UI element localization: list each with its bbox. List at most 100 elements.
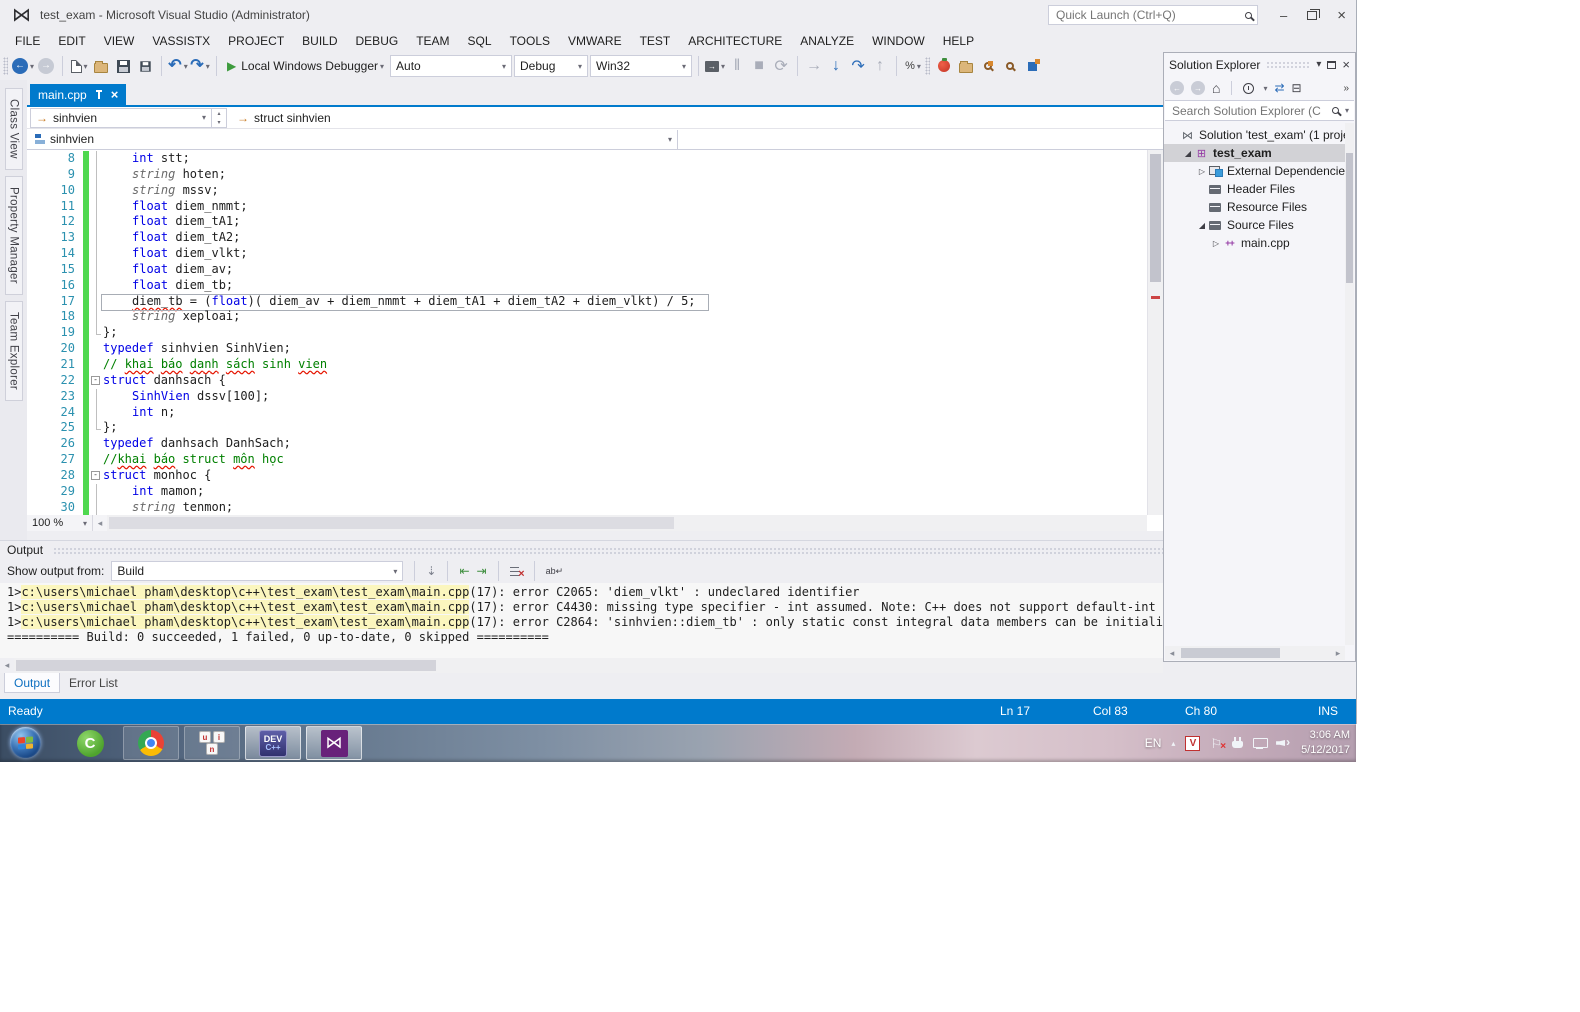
find-references-button[interactable] <box>1000 55 1020 77</box>
find-message-button[interactable]: ⇣ <box>426 565 436 577</box>
solution-explorer-header[interactable]: Solution Explorer ▾ × <box>1164 53 1355 76</box>
pending-changes-icon[interactable] <box>1243 82 1255 94</box>
show-hidden-icons-button[interactable]: ▴ <box>1171 739 1175 748</box>
menu-sql[interactable]: SQL <box>459 31 501 51</box>
chevron-down-icon[interactable]: ▾ <box>1263 84 1267 93</box>
code-line-12[interactable]: 12 float diem_tA1; <box>27 214 1147 231</box>
minimize-button[interactable]: – <box>1280 9 1287 22</box>
step-out-button[interactable]: ↑ <box>870 55 890 77</box>
tab-output[interactable]: Output <box>4 673 61 693</box>
back-button[interactable]: ← <box>1170 81 1184 95</box>
code-line-20[interactable]: 20 typedef sinhvien SinhVien; <box>27 341 1147 357</box>
code-line-14[interactable]: 14 float diem_vlkt; <box>27 246 1147 262</box>
code-line-18[interactable]: 18 string xeploai; <box>27 309 1147 326</box>
sync-with-active-icon[interactable]: ⇄ <box>1274 82 1284 94</box>
scrollbar-thumb[interactable] <box>1181 648 1280 658</box>
va-nav-button[interactable] <box>1022 55 1042 77</box>
menu-project[interactable]: PROJECT <box>219 31 293 51</box>
chevron-down-icon[interactable]: ▾ <box>380 62 384 71</box>
side-tab-property-manager[interactable]: Property Manager <box>4 175 23 295</box>
menu-edit[interactable]: EDIT <box>49 31 94 51</box>
solution-search-box[interactable]: ▾ <box>1165 100 1354 121</box>
editor-vertical-scrollbar[interactable] <box>1147 150 1163 515</box>
close-button[interactable]: × <box>1337 8 1346 23</box>
output-line-1[interactable]: 1>c:\users\michael pham\desktop\c++\test… <box>7 585 1163 600</box>
code-line-16[interactable]: 16 float diem_tb; <box>27 277 1147 294</box>
panel-menu-button[interactable]: ▾ <box>1316 59 1321 70</box>
expander-icon[interactable]: ▷ <box>1196 167 1208 176</box>
forward-button[interactable]: → <box>1191 81 1205 95</box>
chevron-down-icon[interactable]: ▾ <box>206 62 210 71</box>
code-line-22[interactable]: 22 - struct danhsach { <box>27 372 1147 389</box>
output-line-2[interactable]: 1>c:\users\michael pham\desktop\c++\test… <box>7 600 1163 615</box>
collapse-all-icon[interactable]: ⊟ <box>1292 82 1302 94</box>
menu-vmware[interactable]: VMWARE <box>559 31 631 51</box>
expander-icon[interactable]: ◢ <box>1182 149 1194 158</box>
power-icon[interactable] <box>1232 737 1244 749</box>
scrollbar-thumb[interactable] <box>1150 154 1161 282</box>
code-line-24[interactable]: 24 int n; <box>27 404 1147 421</box>
code-line-15[interactable]: 15 float diem_av; <box>27 261 1147 278</box>
find-in-files-button[interactable] <box>956 55 976 77</box>
output-source-combo[interactable]: Build ▾ <box>111 561 404 581</box>
menu-build[interactable]: BUILD <box>293 31 346 51</box>
volume-icon[interactable] <box>1276 735 1290 749</box>
tree-item-solution-test-exam-1-proje[interactable]: ⋈ Solution 'test_exam' (1 proje <box>1164 126 1345 144</box>
undo-button[interactable]: ↶ ▾ <box>168 55 188 77</box>
chrome-taskbar-button[interactable] <box>123 726 179 760</box>
chevron-down-icon[interactable]: ▾ <box>84 62 88 71</box>
code-line-11[interactable]: 11 float diem_nmmt; <box>27 198 1147 215</box>
visual-studio-taskbar-button[interactable]: ⋈ <box>306 726 362 760</box>
devcpp-taskbar-button[interactable]: DEV C++ <box>245 726 301 760</box>
action-center-icon[interactable]: ⚐ <box>1210 737 1225 752</box>
goto-previous-message-button[interactable]: ⇤ <box>459 565 469 577</box>
quick-launch-box[interactable] <box>1048 5 1258 25</box>
redo-button[interactable]: ↷ ▾ <box>190 55 210 77</box>
editor-horizontal-scrollbar[interactable] <box>107 515 1147 531</box>
code-line-30[interactable]: 30 string tenmon; <box>27 499 1147 515</box>
tree-item-header-files[interactable]: Header Files <box>1164 180 1345 198</box>
panel-grip[interactable] <box>1266 61 1311 68</box>
menu-test[interactable]: TEST <box>631 31 680 51</box>
show-next-statement-button[interactable]: → <box>804 55 824 77</box>
menu-tools[interactable]: TOOLS <box>501 31 559 51</box>
tab-error-list[interactable]: Error List <box>60 673 127 693</box>
panel-maximize-button[interactable] <box>1327 60 1337 69</box>
tab-main-cpp[interactable]: main.cpp × <box>30 84 127 105</box>
navigate-forward-button[interactable]: → <box>36 55 56 77</box>
clock[interactable]: 3:06 AM 5/12/2017 <box>1301 728 1350 758</box>
toolbar-overflow-icon[interactable]: » <box>1343 83 1349 94</box>
collapse-toggle-icon[interactable]: - <box>91 470 100 480</box>
navigate-back-button[interactable]: ← ▾ <box>12 55 34 77</box>
output-file-path[interactable]: c:\users\michael pham\desktop\c++\test_e… <box>21 615 470 629</box>
menu-debug[interactable]: DEBUG <box>347 31 408 51</box>
output-title-bar[interactable]: Output <box>0 541 1163 559</box>
collapse-toggle-icon[interactable]: - <box>91 375 100 385</box>
quick-launch-input[interactable] <box>1054 7 1245 23</box>
pause-button[interactable]: ‖ <box>727 55 747 77</box>
menu-analyze[interactable]: ANALYZE <box>791 31 863 51</box>
zoom-combo[interactable]: 100 % ▾ <box>27 515 93 531</box>
type-combo[interactable]: sinhvien ▾ <box>30 129 678 149</box>
word-wrap-button[interactable]: ab↵ <box>546 566 564 577</box>
chevron-down-icon[interactable]: ▾ <box>721 62 725 71</box>
pin-icon[interactable] <box>95 89 103 100</box>
solution-horizontal-scrollbar[interactable]: ◂ ▸ <box>1165 646 1345 660</box>
chevron-down-icon[interactable]: ▾ <box>184 62 188 71</box>
close-icon[interactable]: × <box>111 88 119 101</box>
clear-all-button[interactable] <box>509 566 525 580</box>
spinner-up-button[interactable]: ▴ <box>212 109 226 118</box>
restore-button[interactable] <box>1307 8 1321 20</box>
menu-file[interactable]: FILE <box>6 31 49 51</box>
output-horizontal-scrollbar[interactable]: ◂ <box>0 658 1163 673</box>
tree-item-test-exam[interactable]: ◢ ⊞ test_exam <box>1164 144 1345 162</box>
toolbar-grip[interactable] <box>925 57 931 75</box>
code-line-17[interactable]: 17 diem_tb = (float)( diem_av + diem_nmmt… <box>27 293 1147 312</box>
attach-to-process-button[interactable]: → ▾ <box>705 55 725 77</box>
menu-vassistx[interactable]: VASSISTX <box>143 31 219 51</box>
tree-item-main-cpp[interactable]: ▷ ++ main.cpp <box>1164 234 1345 252</box>
tree-item-resource-files[interactable]: Resource Files <box>1164 198 1345 216</box>
scrollbar-thumb[interactable] <box>16 660 436 671</box>
scroll-left-button[interactable]: ◂ <box>1165 648 1179 659</box>
start-debug-button[interactable]: ▶ Local Windows Debugger ▾ <box>223 55 388 77</box>
